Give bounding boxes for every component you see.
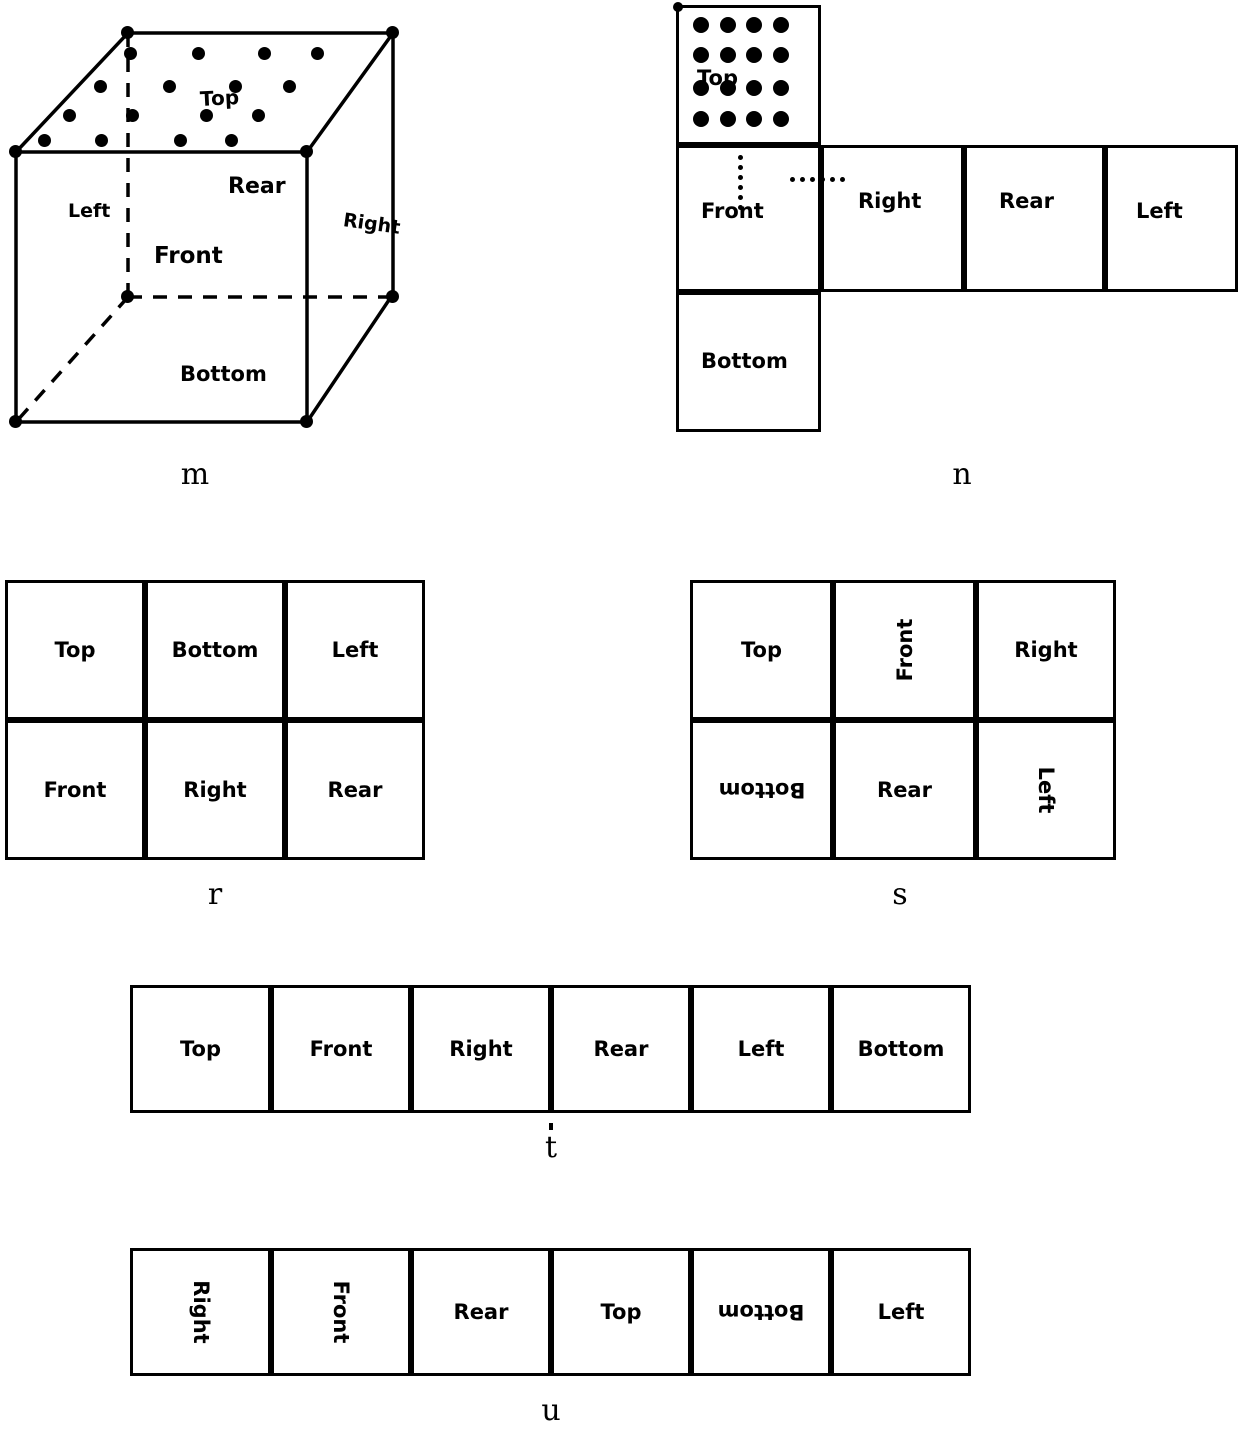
grid-cell-rear: Rear: [833, 720, 976, 860]
figure-r-grid: Top Bottom Left Front Right Rear r: [0, 560, 450, 920]
grid-cell-label-rear: Rear: [327, 778, 383, 802]
strip-cell-label-left: Left: [877, 1300, 925, 1324]
net-cell-rear: Rear: [964, 145, 1105, 292]
strip-cell-right: Right: [411, 985, 551, 1113]
grid-cell-front: Front: [5, 720, 145, 860]
strip-cell-label-top: Top: [600, 1300, 642, 1324]
figure-n-cross-net: Top Front Right Rear Left Bottom n: [660, 0, 1240, 500]
strip-cell-label-bottom: Bottom: [717, 1300, 805, 1324]
strip-cell-left: Left: [691, 985, 831, 1113]
cube-face-label-front: Front: [154, 243, 223, 269]
cube-face-label-rear: Rear: [228, 174, 286, 199]
strip-cell-rear: Rear: [551, 985, 691, 1113]
net-cell-left: Left: [1105, 145, 1238, 292]
strip-cell-left: Left: [831, 1248, 971, 1376]
strip-cell-label-top: Top: [180, 1037, 221, 1061]
figure-t-strip: Top Front Right Rear Left Bottom t: [130, 985, 980, 1195]
net-cell-label-left: Left: [1136, 199, 1183, 223]
grid-cell-label-left: Left: [331, 638, 379, 662]
grid-cell-rear: Rear: [285, 720, 425, 860]
strip-cell-rear: Rear: [411, 1248, 551, 1376]
cube-vertex: [386, 26, 399, 39]
figure-caption-u: u: [541, 1393, 561, 1428]
grid-cell-left: Left: [285, 580, 425, 720]
net-cell-label-front: Front: [701, 199, 764, 223]
cube-vertex: [300, 415, 313, 428]
cube-face-label-left: Left: [68, 200, 111, 222]
grid-cell-label-left: Left: [1034, 766, 1058, 814]
cube-face-label-top: Top: [199, 84, 240, 112]
figure-caption-r: r: [207, 877, 223, 912]
grid-cell-label-right: Right: [183, 778, 247, 802]
grid-cell-label-top: Top: [741, 638, 782, 662]
strip-cell-label-bottom: Bottom: [857, 1037, 945, 1061]
strip-cell-front: Front: [271, 985, 411, 1113]
grid-cell-label-right: Right: [1014, 638, 1078, 662]
strip-cell-label-front: Front: [309, 1037, 373, 1061]
figure-m-cube-3d: Top Rear Left Front Right Bottom m: [0, 0, 450, 500]
figure-s-grid: Top Front Right Bottom Rear Left s: [670, 560, 1140, 920]
grid-cell-right: Right: [145, 720, 285, 860]
net-cell-right: Right: [821, 145, 964, 292]
strip-cell-label-right: Right: [449, 1037, 513, 1061]
figure-u-strip: Right Front Rear Top Bottom Left u: [130, 1248, 980, 1446]
strip-cell-top: Top: [130, 985, 271, 1113]
cube-vertex: [121, 290, 134, 303]
cube-vertex: [9, 145, 22, 158]
grid-cell-bottom: Bottom: [145, 580, 285, 720]
cube-vertex: [300, 145, 313, 158]
grid-cell-label-top: Top: [54, 638, 96, 662]
net-cell-front: Front: [676, 145, 821, 292]
figure-caption-m: m: [180, 457, 210, 492]
cube-vertex: [386, 290, 399, 303]
grid-cell-top: Top: [690, 580, 833, 720]
strip-cell-label-rear: Rear: [593, 1037, 649, 1061]
figure-caption-s: s: [892, 877, 908, 912]
grid-cell-label-rear: Rear: [877, 778, 932, 802]
strip-cell-label-left: Left: [737, 1037, 785, 1061]
strip-cell-front: Front: [271, 1248, 411, 1376]
strip-cell-label-rear: Rear: [453, 1300, 509, 1324]
cube-vertex: [9, 415, 22, 428]
strip-cell-bottom: Bottom: [691, 1248, 831, 1376]
cube-vertex: [121, 26, 134, 39]
figure-caption-n: n: [952, 457, 972, 492]
cube-face-label-bottom: Bottom: [180, 362, 267, 386]
grid-cell-label-front: Front: [43, 778, 107, 802]
grid-cell-label-bottom: Bottom: [718, 778, 805, 802]
strip-cell-right: Right: [130, 1248, 271, 1376]
net-cell-label-bottom: Bottom: [701, 349, 788, 373]
figure-caption-t: t: [544, 1130, 558, 1165]
strip-cell-top: Top: [551, 1248, 691, 1376]
net-cell-label-rear: Rear: [999, 189, 1054, 213]
grid-cell-left: Left: [976, 720, 1116, 860]
strip-cell-label-right: Right: [188, 1280, 213, 1344]
net-cell-bottom: Bottom: [676, 292, 821, 432]
grid-cell-front: Front: [833, 580, 976, 720]
net-corner-vertex: [673, 2, 683, 12]
grid-cell-right: Right: [976, 580, 1116, 720]
grid-cell-top: Top: [5, 580, 145, 720]
grid-cell-label-bottom: Bottom: [171, 638, 259, 662]
grid-cell-label-front: Front: [892, 618, 917, 682]
strip-cell-label-front: Front: [329, 1280, 353, 1344]
strip-cell-bottom: Bottom: [831, 985, 971, 1113]
grid-cell-bottom: Bottom: [690, 720, 833, 860]
net-cell-label-right: Right: [858, 189, 922, 213]
strip-tick-mark: [549, 1123, 553, 1130]
